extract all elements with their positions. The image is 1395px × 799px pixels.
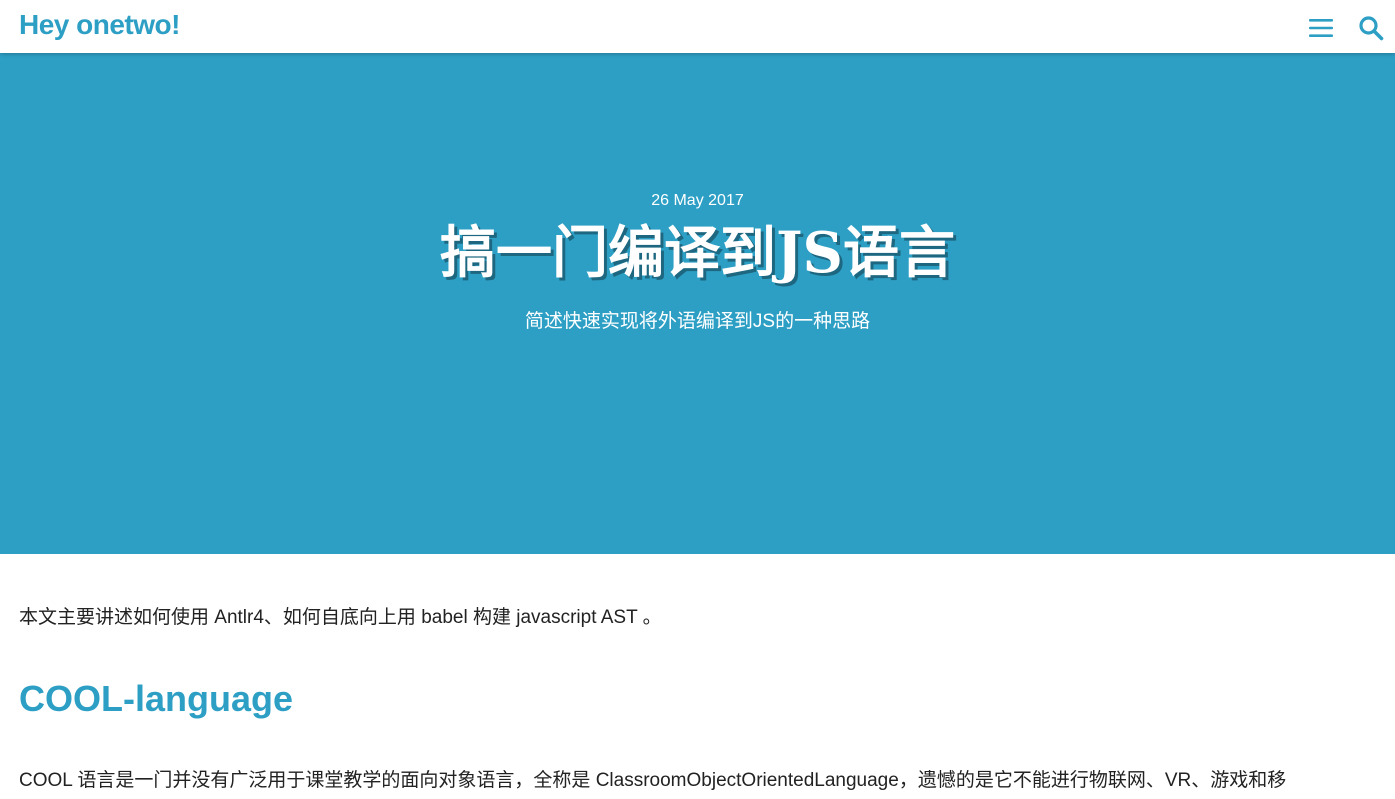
hamburger-menu-icon[interactable] [1307, 14, 1335, 42]
top-navbar: Hey onetwo! [0, 0, 1395, 53]
hero-banner: 26 May 2017 搞一门编译到JS语言 简述快速实现将外语编译到JS的一种… [0, 53, 1395, 554]
intro-paragraph: 本文主要讲述如何使用 Antlr4、如何自底向上用 babel 构建 javas… [19, 607, 662, 628]
post-subtitle: 简述快速实现将外语编译到JS的一种思路 [524, 311, 871, 332]
post-title: 搞一门编译到JS语言 [440, 220, 955, 286]
search-icon[interactable] [1357, 14, 1385, 42]
site-title-link[interactable]: Hey onetwo! [19, 9, 180, 41]
body-paragraph: COOL 语言是一门并没有广泛用于课堂教学的面向对象语言，全称是 Classro… [19, 770, 1287, 791]
section-heading-cool-language[interactable]: COOL-language [19, 678, 293, 720]
